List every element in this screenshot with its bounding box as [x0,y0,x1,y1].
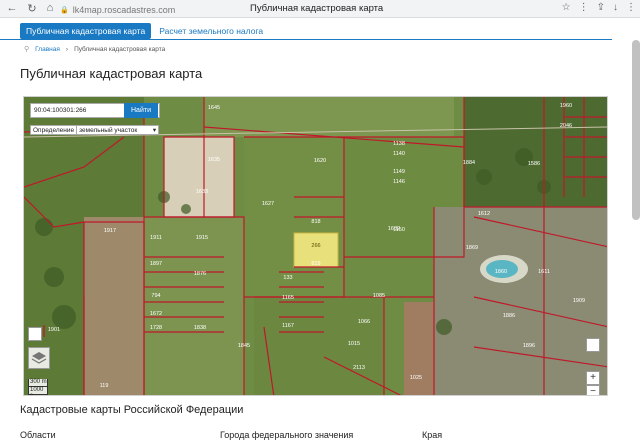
svg-text:1917: 1917 [104,228,116,234]
svg-text:1146: 1146 [393,179,405,185]
more-icon[interactable]: ⋮ [626,2,636,13]
svg-text:1672: 1672 [150,311,162,317]
svg-text:266: 266 [311,243,320,249]
site-tabs: Публичная кадастровая карта Расчет земел… [20,22,263,39]
svg-text:1960: 1960 [560,103,572,109]
object-type-value: земельный участок [79,127,138,134]
map-satellite-layer: 1645 1635 1633 1620 1627 1138 1140 1149 1146 1… [24,97,607,395]
search-button[interactable]: Найти [124,103,158,118]
svg-text:119: 119 [100,383,109,389]
svg-text:2113: 2113 [353,365,365,371]
svg-text:1149: 1149 [393,169,405,175]
svg-text:1896: 1896 [523,343,535,349]
svg-text:1633: 1633 [196,189,208,195]
svg-text:1066: 1066 [358,319,370,325]
breadcrumb-separator: › [65,45,69,53]
layers-button[interactable] [28,347,50,369]
zoom-controls: + − [586,371,600,395]
svg-text:1860: 1860 [495,269,507,275]
cadastral-map[interactable]: 1645 1635 1633 1620 1627 1138 1140 1149 1146 1… [23,96,608,396]
section-heading: Кадастровые карты Российской Федерации [20,404,244,416]
chevron-down-icon: ▾ [152,127,157,134]
share-icon[interactable]: ⇪ [597,2,605,13]
svg-text:1876: 1876 [194,271,206,277]
svg-text:1645: 1645 [208,105,220,111]
breadcrumb: ⚲ Главная › Публичная кадастровая карта [24,45,166,54]
browser-tab-title: Публичная кадастровая карта [250,3,384,14]
svg-text:1586: 1586 [528,161,540,167]
home-icon[interactable]: ⌂ [42,2,58,14]
bookmark-icon[interactable]: ☆ [562,2,571,13]
svg-text:1728: 1728 [150,325,162,331]
object-type-select[interactable]: земельный участок ▾ [77,125,160,135]
scale-meters: 300 m [28,379,48,387]
svg-text:794: 794 [151,293,160,299]
svg-text:1886: 1886 [503,313,515,319]
svg-text:1838: 1838 [194,325,206,331]
back-icon[interactable]: ← [4,2,20,14]
layers-icon [31,352,47,364]
svg-text:133: 133 [283,275,292,281]
svg-text:1635: 1635 [208,157,220,163]
svg-text:1165: 1165 [282,295,294,301]
svg-text:1897: 1897 [150,261,162,267]
svg-text:1025: 1025 [410,375,422,381]
tabs-divider [0,39,612,40]
map-white-square-button[interactable] [28,327,42,341]
svg-text:1611: 1611 [538,269,550,275]
svg-text:1632: 1632 [388,226,400,232]
svg-text:818: 818 [311,219,320,225]
column-federal-cities[interactable]: Города федерального значения [220,430,353,440]
svg-text:1140: 1140 [393,151,405,157]
zoom-in-button[interactable]: + [586,371,600,385]
svg-text:1620: 1620 [314,158,326,164]
svg-text:1085: 1085 [373,293,385,299]
tab-cadastral-map[interactable]: Публичная кадастровая карта [20,22,152,39]
definition-label: Определение [30,125,78,135]
address-bar[interactable]: 🔒 lk4map.roscadastres.com [60,3,180,16]
svg-text:1911: 1911 [150,235,162,241]
page-title: Публичная кадастровая карта [20,66,203,81]
svg-text:819: 819 [311,261,320,267]
download-icon[interactable]: ↓ [613,2,618,13]
zoom-out-button[interactable]: − [586,385,600,395]
menu-icon[interactable]: ⋮ [579,2,589,13]
svg-text:1167: 1167 [282,323,294,329]
svg-text:1015: 1015 [348,341,360,347]
svg-text:2046: 2046 [560,123,572,129]
breadcrumb-current: Публичная кадастровая карта [74,45,166,53]
browser-toolbar: ← ↻ ⌂ 🔒 lk4map.roscadastres.com Публична… [0,0,640,18]
svg-text:1869: 1869 [466,245,478,251]
svg-text:1901: 1901 [48,327,60,333]
location-pin-icon: ⚲ [24,46,30,53]
svg-text:1627: 1627 [262,201,274,207]
svg-text:1884: 1884 [463,160,475,166]
column-regions[interactable]: Области [20,430,56,440]
map-scale: 300 m 1000 ft [28,379,48,395]
cadastral-number-input[interactable] [31,104,123,117]
address-text: lk4map.roscadastres.com [72,4,176,15]
svg-text:1915: 1915 [196,235,208,241]
tab-land-tax[interactable]: Расчет земельного налога [159,26,263,36]
svg-text:1612: 1612 [478,211,490,217]
definition-row: Определение земельный участок ▾ [30,125,160,135]
map-fullscreen-button[interactable] [586,338,600,352]
svg-text:1909: 1909 [573,298,585,304]
column-krai[interactable]: Края [422,430,442,440]
scale-feet: 1000 ft [28,387,48,395]
lock-icon: 🔒 [60,6,69,14]
svg-text:1138: 1138 [393,141,405,147]
svg-text:1845: 1845 [238,343,250,349]
breadcrumb-home[interactable]: Главная [35,46,60,53]
reload-icon[interactable]: ↻ [24,2,40,15]
page-scrollbar[interactable] [632,40,640,220]
